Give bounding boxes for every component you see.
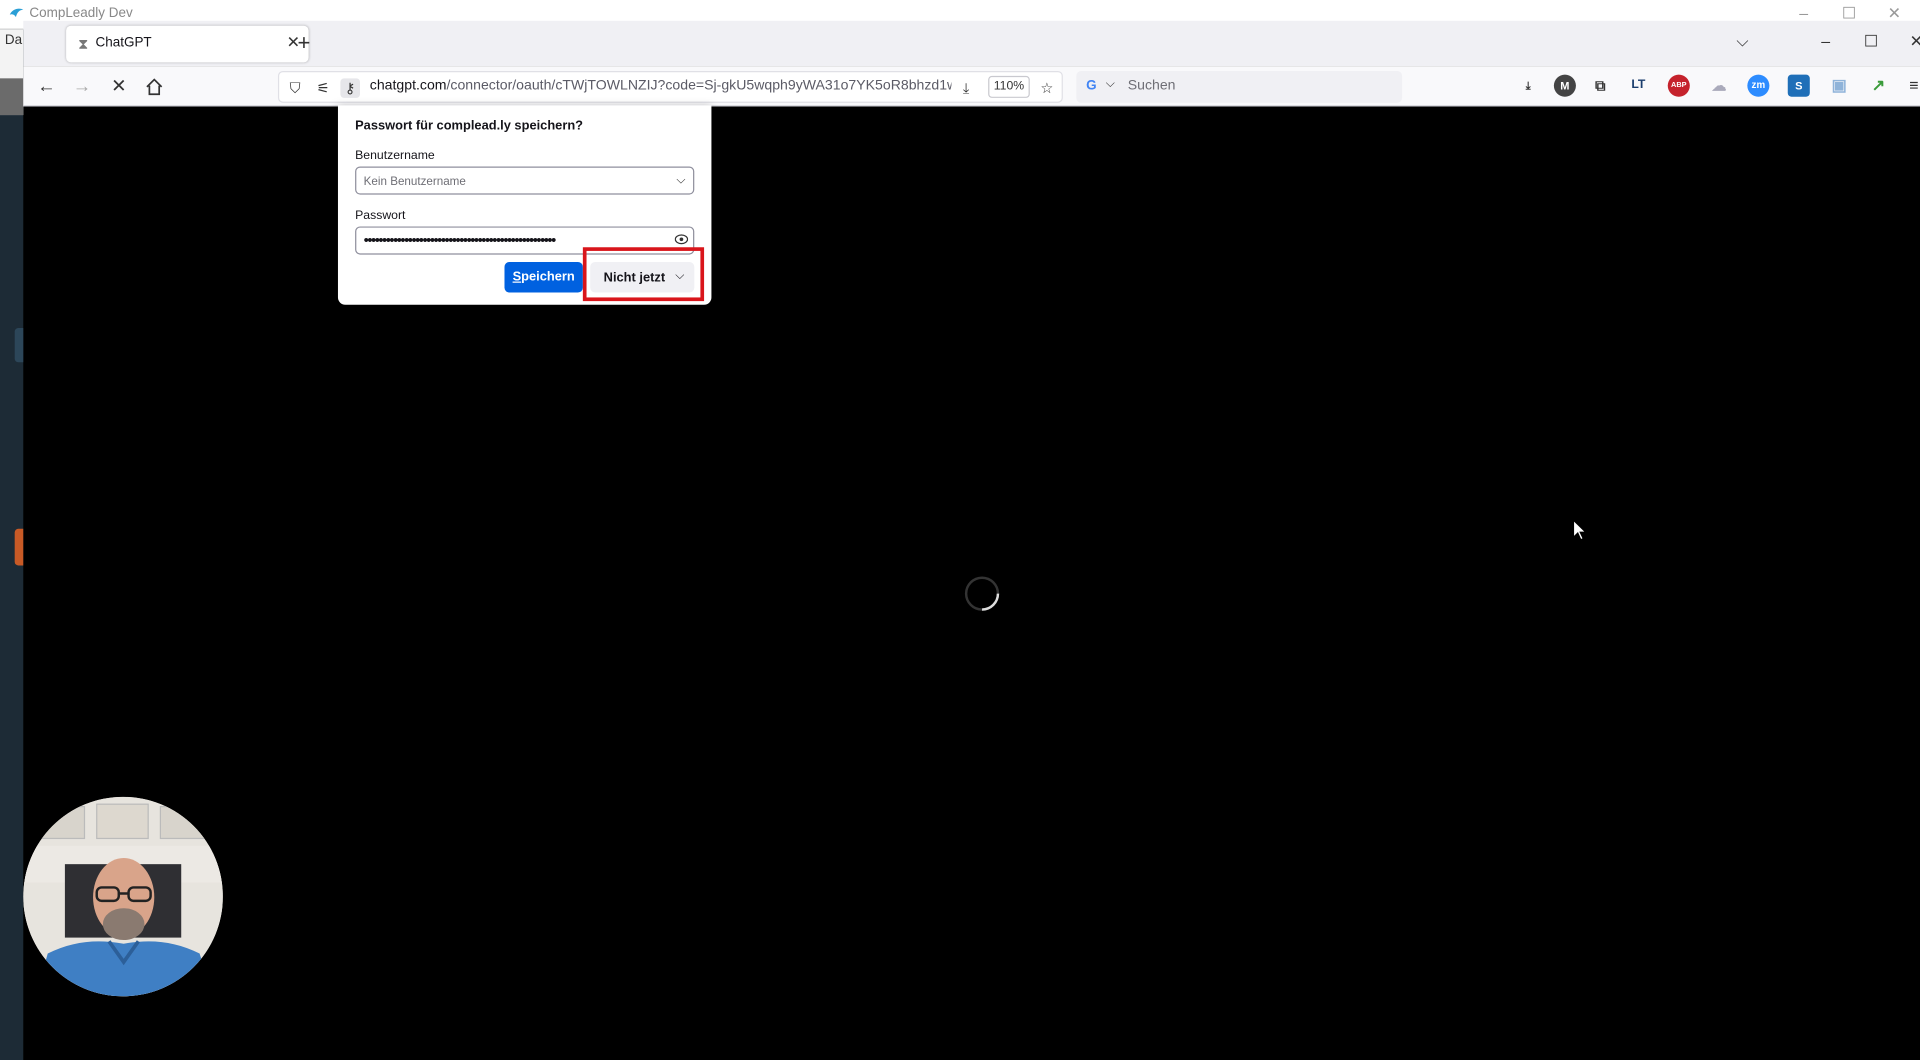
annotation-highlight-box xyxy=(582,247,705,302)
password-label: Passwort xyxy=(355,209,406,223)
background-sidebar-marker xyxy=(14,328,24,363)
username-placeholder: Kein Benutzername xyxy=(363,175,466,189)
downloads-icon[interactable]: ⤓ xyxy=(1517,75,1539,97)
search-bar[interactable]: G ⌵ Suchen xyxy=(1076,70,1403,103)
password-mask: ••••••••••••••••••••••••••••••••••••••••… xyxy=(363,231,557,249)
presenter-image xyxy=(23,796,223,997)
forward-arrow-icon[interactable]: → xyxy=(70,75,94,99)
save-button-label: peichern xyxy=(521,269,575,284)
menu-icon[interactable]: ≡ xyxy=(1903,75,1920,97)
webcam-overlay xyxy=(23,796,223,997)
stop-loading-icon[interactable]: ✕ xyxy=(107,75,131,99)
background-app-sidebar-block xyxy=(0,78,24,116)
background-minimize-icon[interactable]: – xyxy=(1791,4,1815,22)
key-icon[interactable]: ⚷ xyxy=(340,78,361,98)
m-extension-icon[interactable]: M xyxy=(1553,74,1576,97)
background-window-title: CompLeadly Dev xyxy=(29,6,133,21)
tab-chatgpt[interactable]: ⧗ ChatGPT ✕ xyxy=(66,25,309,63)
sync-extension-icon[interactable]: S xyxy=(1787,74,1810,97)
shield-icon[interactable]: ⛉ xyxy=(285,78,305,98)
new-tab-button[interactable]: + xyxy=(298,32,311,54)
permissions-icon[interactable]: ⚟ xyxy=(313,78,333,98)
zoom-extension-icon[interactable]: zm xyxy=(1747,74,1770,97)
browser-tabbar: ⧗ ChatGPT ✕ + ⌵ – ☐ ✕ xyxy=(23,20,1920,67)
zoom-level-badge[interactable]: 110% xyxy=(988,75,1030,98)
url-text[interactable]: chatgpt.com/connector/oauth/cTWjTOWLNZIJ… xyxy=(370,78,952,93)
background-app-sidebar-text: Da xyxy=(4,33,23,48)
lt-extension-icon[interactable]: LT xyxy=(1627,75,1649,97)
url-path: /connector/oauth/cTWjTOWLNZIJ?code=Sj-gk… xyxy=(446,78,952,94)
page-download-icon[interactable]: ⤓ xyxy=(956,78,976,98)
tab-title: ChatGPT xyxy=(95,35,152,51)
loading-spinner-icon xyxy=(964,576,1000,611)
mouse-cursor-icon xyxy=(1572,518,1588,541)
chart-extension-icon[interactable]: ↗ xyxy=(1867,75,1889,97)
window-close-icon[interactable]: ✕ xyxy=(1903,32,1920,52)
username-field[interactable]: Kein Benutzername ⌵ xyxy=(355,166,695,195)
save-button-accesskey: S xyxy=(512,269,522,284)
adblock-plus-icon[interactable]: ABP xyxy=(1667,74,1690,97)
chevron-down-icon[interactable]: ⌵ xyxy=(1106,77,1115,90)
bookmark-star-icon[interactable]: ☆ xyxy=(1037,78,1057,98)
puzzle-extensions-icon[interactable]: ⧉ xyxy=(1589,75,1611,97)
back-arrow-icon[interactable]: ← xyxy=(34,75,58,99)
save-extension-icon[interactable]: ▣ xyxy=(1828,75,1850,97)
show-password-eye-icon[interactable] xyxy=(674,234,689,245)
password-dialog-heading: Passwort für complead.ly speichern? xyxy=(355,118,584,134)
list-all-tabs-chevron-icon[interactable]: ⌵ xyxy=(1729,32,1756,52)
home-icon[interactable] xyxy=(142,75,166,99)
save-password-button[interactable]: Speichern xyxy=(504,261,583,293)
username-label: Benutzername xyxy=(355,149,435,163)
background-sidebar-marker xyxy=(14,528,24,566)
url-host: chatgpt.com xyxy=(369,78,447,94)
hourglass-icon: ⧗ xyxy=(78,35,89,53)
browser-navbar: ← → ✕ ⛉ ⚟ ⚷ chatgpt.com/connector/oauth/… xyxy=(23,66,1920,107)
search-placeholder: Suchen xyxy=(1127,78,1176,94)
window-minimize-icon[interactable]: – xyxy=(1812,32,1839,50)
chevron-down-icon[interactable]: ⌵ xyxy=(676,174,685,187)
extension-cloud-icon[interactable]: ☁ xyxy=(1708,75,1730,97)
window-maximize-icon[interactable]: ☐ xyxy=(1858,32,1885,52)
google-icon[interactable]: G xyxy=(1086,78,1096,93)
app-logo-icon xyxy=(9,8,24,18)
url-bar[interactable]: ⛉ ⚟ ⚷ chatgpt.com/connector/oauth/cTWjTO… xyxy=(277,70,1063,103)
